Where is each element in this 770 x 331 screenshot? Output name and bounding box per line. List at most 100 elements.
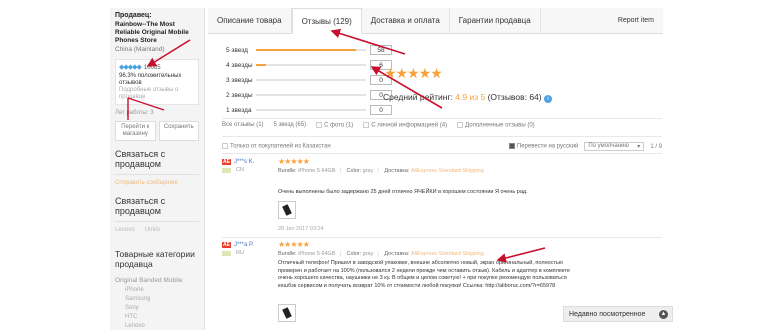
info-icon[interactable]: i <box>543 95 552 103</box>
divider <box>115 174 199 175</box>
rating-count: 0 <box>370 105 392 115</box>
checkbox-checked-icon[interactable] <box>508 143 515 150</box>
rating-row-label: 2 звезды <box>226 91 253 99</box>
categories-title: Товарные категории продавца <box>115 249 195 269</box>
checkbox-icon[interactable] <box>363 122 370 128</box>
filter-additional[interactable]: Дополненные отзывы (0) <box>457 122 535 129</box>
rating-row-label: 4 звезды <box>226 61 253 69</box>
translate-option[interactable]: Перевести на русский <box>508 143 579 150</box>
review-photo-thumbnail[interactable] <box>278 304 296 322</box>
reviewer-name[interactable]: J***s K. <box>234 159 254 165</box>
category-item[interactable]: HTC <box>125 313 199 322</box>
review-text: Отличный телефон! Пришел в заводской упа… <box>278 260 570 289</box>
color-label: Color: <box>346 168 362 174</box>
positive-percent: 96.3% <box>119 73 137 79</box>
rating-row[interactable]: 2 звезды 0 <box>226 89 392 101</box>
review-meta: Bundle: iPhone 5 64GB | Color: gray | Дост… <box>278 168 484 174</box>
translate-label: Перевести на русский <box>516 143 579 150</box>
send-message-link[interactable]: Отправить сообщение <box>115 180 199 186</box>
rating-bar-fill <box>256 64 267 66</box>
filter-all[interactable]: Все отзывы (1) <box>222 122 264 129</box>
tab-bar: Описание товара Отзывы (129) Доставка и … <box>208 8 663 34</box>
category-item[interactable]: Samsung <box>125 295 199 304</box>
contact-seller-title: Связаться с продавцом <box>115 149 166 169</box>
bundle-label: Bundle: <box>278 251 297 257</box>
review-item: AE J***a P. RU ★★★★★ Bundle: iPhone 5 64… <box>222 240 662 322</box>
rating-row[interactable]: 1 звезда 0 <box>226 104 392 116</box>
sort-select[interactable]: По умолчанию ▾ <box>584 142 645 151</box>
divider <box>222 237 662 238</box>
divider <box>115 221 199 222</box>
filter-additional-label: Дополненные отзывы (0) <box>465 122 535 129</box>
recently-viewed-bar[interactable]: Недавно посмотренное ▲ <box>563 306 673 322</box>
category-parent[interactable]: Original Banded Mobile <box>115 277 199 284</box>
store-location: China (Mainland) <box>115 46 165 53</box>
tab-guarantee[interactable]: Гарантии продавца <box>450 8 541 33</box>
tab-reviews[interactable]: Отзывы (129) <box>291 8 362 34</box>
goto-store-button[interactable]: Перейти к магазину <box>115 121 156 141</box>
rating-bar-fill <box>256 49 356 51</box>
filter-personal[interactable]: С личной информацией (4) <box>363 122 447 129</box>
contact-seller-title-2: Связаться с продавцом <box>115 196 166 216</box>
checkbox-icon[interactable] <box>222 143 228 150</box>
pagination-indicator: 1 / 9 <box>650 143 662 150</box>
rating-row[interactable]: 3 звезды 0 <box>226 74 392 86</box>
review-total: (Отзывов: 64) <box>487 92 542 102</box>
report-item-link[interactable]: Report item <box>609 8 663 33</box>
seller-feedback-card: ◆◆◆◆◆ 10065 96.3% положительных отзывов П… <box>115 59 199 105</box>
seller-level-diamonds-icon: ◆◆◆◆◆ 10065 <box>119 64 161 71</box>
ae-badge-icon: AE <box>222 242 231 248</box>
review-photo-thumbnail[interactable] <box>278 201 296 219</box>
category-item[interactable]: iPhone <box>125 286 199 295</box>
rating-row-label: 3 звезды <box>226 76 253 84</box>
rating-bar <box>256 79 366 81</box>
reviewer-name[interactable]: J***a P. <box>234 242 254 248</box>
average-rating: Средний рейтинг: 4.9 из 5 (Отзывов: 64) … <box>383 92 552 103</box>
sort-value: По умолчанию <box>588 143 629 149</box>
checkbox-icon[interactable] <box>316 122 323 128</box>
save-store-button[interactable]: Сохранить <box>158 121 199 141</box>
filter-with-photo[interactable]: С фото (1) <box>316 122 353 129</box>
divider <box>222 153 662 154</box>
divider <box>222 136 662 137</box>
product-tabs-panel: Описание товара Отзывы (129) Доставка и … <box>208 8 663 322</box>
delivery-label: Доставка: <box>384 168 410 174</box>
detailed-feedback-link[interactable]: Подробные отзывы о продавце <box>119 87 195 101</box>
delivery-label: Доставка: <box>384 251 410 257</box>
filter-five-star[interactable]: 5 звезд (65) <box>274 122 307 129</box>
phone-image-icon <box>282 307 292 319</box>
up-arrow-icon[interactable]: ▲ <box>659 309 668 319</box>
average-rating-value: 4.9 из 5 <box>455 92 486 102</box>
average-rating-label: Средний рейтинг: <box>383 92 453 102</box>
review-text: Очень выполнены было задержано 25 дней о… <box>278 189 528 195</box>
color-value: gray <box>362 251 374 257</box>
rating-bar <box>256 94 366 96</box>
review-date: 28 Jan 2017 03:24 <box>278 226 324 232</box>
rating-bar <box>256 49 366 51</box>
reviewer-country: RU <box>236 250 244 256</box>
phone-image-icon <box>282 204 292 216</box>
rating-row[interactable]: 5 звезд 58 <box>226 44 392 56</box>
country-flag-icon <box>222 250 231 256</box>
store-name-link[interactable]: Rainbow--The Most Reliable Original Mobi… <box>115 21 199 45</box>
review-item: AE J***s K. CN ★★★★★ Bundle: iPhone 5 64… <box>222 157 662 232</box>
color-label: Color: <box>346 251 362 257</box>
online-contact-b[interactable]: Umilo <box>145 227 160 233</box>
category-item[interactable]: Sony <box>125 304 199 313</box>
years-open: Лет работы: 3 <box>115 110 154 116</box>
bundle-label: Bundle: <box>278 168 297 174</box>
checkbox-icon[interactable] <box>457 122 464 128</box>
online-contact-a[interactable]: Lenovo <box>115 227 135 233</box>
tab-shipping[interactable]: Доставка и оплата <box>362 8 450 33</box>
review-stars-icon: ★★★★★ <box>278 240 310 249</box>
reviewer-country: CN <box>236 167 244 173</box>
recently-viewed-label: Недавно посмотренное <box>569 310 646 318</box>
delivery-value: AliExpress Standard Shipping <box>411 168 484 174</box>
bundle-value: iPhone 5 64GB <box>298 251 336 257</box>
rating-bar <box>256 64 366 66</box>
delivery-value: AliExpress Standard Shipping <box>411 251 484 257</box>
rating-row[interactable]: 4 звезды 6 <box>226 59 392 71</box>
tab-description[interactable]: Описание товара <box>208 8 292 33</box>
kazakhstan-only-label: Только от покупателей из Казахстан <box>230 143 331 150</box>
kazakhstan-only-option[interactable]: Только от покупателей из Казахстан <box>222 143 331 150</box>
